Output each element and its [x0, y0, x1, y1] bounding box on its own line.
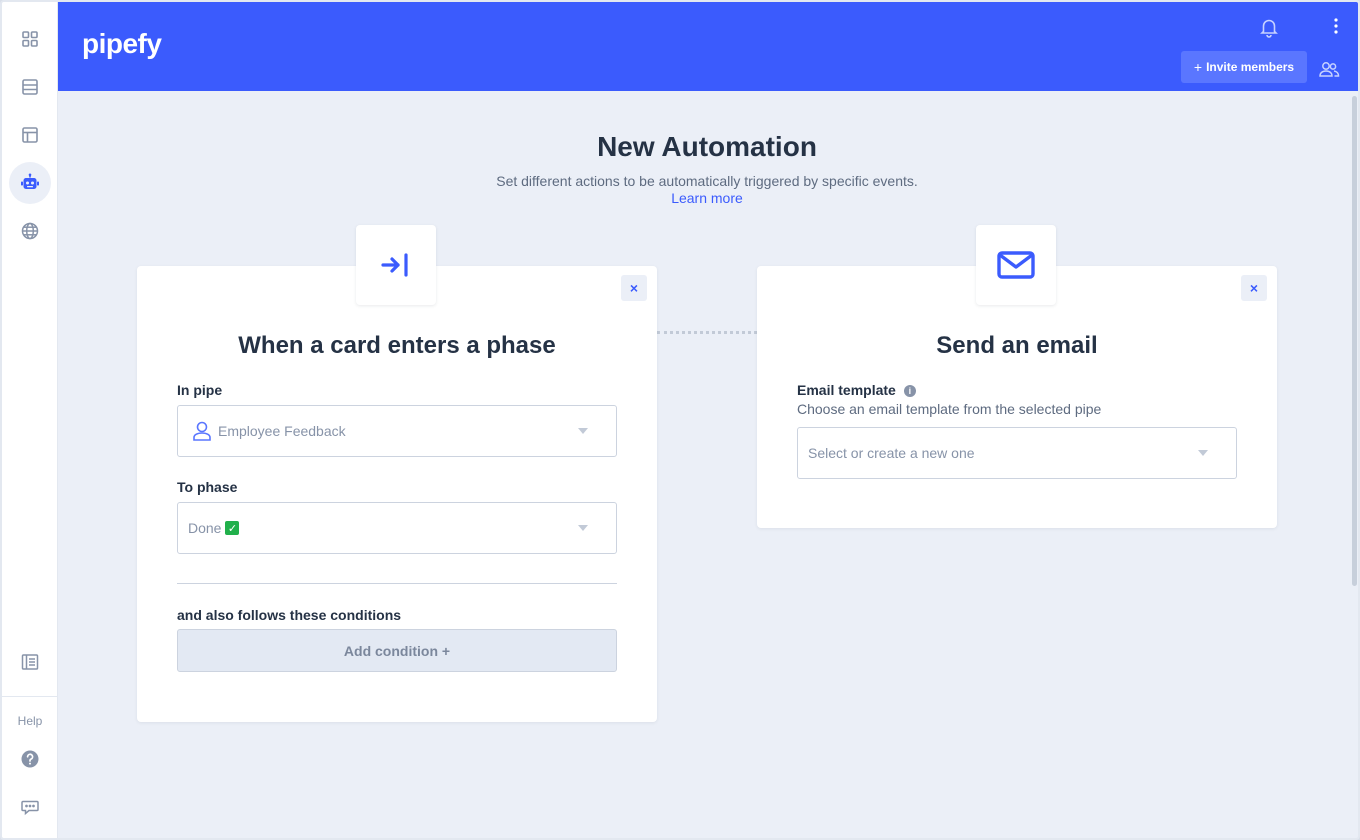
chat-icon[interactable] — [9, 786, 51, 828]
sidebar: Help — [2, 2, 58, 838]
envelope-icon — [997, 251, 1035, 279]
pipe-select[interactable]: Employee Feedback — [177, 405, 617, 457]
sidebar-divider — [2, 696, 58, 697]
action-card: × Send an email Email template i Choose a… — [757, 266, 1277, 528]
bell-icon[interactable] — [1258, 16, 1280, 38]
pipefy-logo[interactable]: pipefy — [82, 28, 162, 60]
close-action-button[interactable]: × — [1241, 275, 1267, 301]
add-condition-button[interactable]: Add condition + — [177, 629, 617, 672]
globe-icon[interactable] — [9, 210, 51, 252]
email-template-label: Email template — [797, 382, 896, 398]
email-template-placeholder: Select or create a new one — [808, 445, 975, 461]
page-subtitle: Set different actions to be automaticall… — [496, 173, 918, 189]
top-header: pipefy + Invite members — [58, 2, 1358, 91]
automation-robot-icon[interactable] — [9, 162, 51, 204]
trigger-card: × When a card enters a phase In pipe Emp… — [137, 266, 657, 722]
portal-icon[interactable] — [9, 114, 51, 156]
pipe-select-value: Employee Feedback — [218, 423, 346, 439]
action-badge — [976, 225, 1056, 305]
invite-members-button[interactable]: + Invite members — [1181, 51, 1307, 83]
to-phase-label: To phase — [177, 479, 238, 495]
email-template-select[interactable]: Select or create a new one — [797, 427, 1237, 479]
reports-icon[interactable] — [9, 641, 51, 683]
invite-members-label: Invite members — [1206, 60, 1295, 74]
in-pipe-label: In pipe — [177, 382, 223, 398]
phase-select[interactable]: Done ✓ — [177, 502, 617, 554]
help-label: Help — [17, 714, 43, 728]
conditions-label: and also follows these conditions — [177, 607, 402, 623]
enter-phase-icon — [381, 253, 408, 277]
main-content: New Automation Set different actions to … — [58, 91, 1358, 838]
page-title: New Automation — [597, 131, 817, 162]
chevron-down-icon — [578, 525, 588, 531]
more-menu-icon[interactable] — [1326, 16, 1346, 36]
pipe-person-icon — [193, 421, 211, 441]
trigger-title: When a card enters a phase — [238, 332, 556, 359]
action-title: Send an email — [936, 332, 1098, 359]
trigger-badge — [356, 225, 436, 305]
apps-grid-icon[interactable] — [9, 18, 51, 60]
question-circle-icon[interactable] — [9, 738, 51, 780]
info-icon[interactable]: i — [903, 385, 916, 397]
conditions-divider — [177, 583, 617, 584]
chevron-down-icon — [578, 428, 588, 434]
app-window: Help pipefy + Invite members New Automat… — [0, 0, 1360, 840]
scrollbar[interactable] — [1352, 96, 1357, 586]
members-icon[interactable] — [1318, 58, 1340, 80]
check-mark-icon: ✓ — [225, 521, 240, 535]
email-template-label-row: Email template i — [797, 382, 916, 398]
database-icon[interactable] — [9, 66, 51, 108]
chevron-down-icon — [1198, 450, 1208, 456]
cards-connector — [657, 331, 757, 334]
email-template-hint: Choose an email template from the select… — [797, 401, 1102, 417]
learn-more-link[interactable]: Learn more — [58, 190, 1356, 206]
phase-select-value: Done — [188, 520, 222, 536]
plus-icon: + — [1193, 59, 1203, 75]
close-trigger-button[interactable]: × — [621, 275, 647, 301]
